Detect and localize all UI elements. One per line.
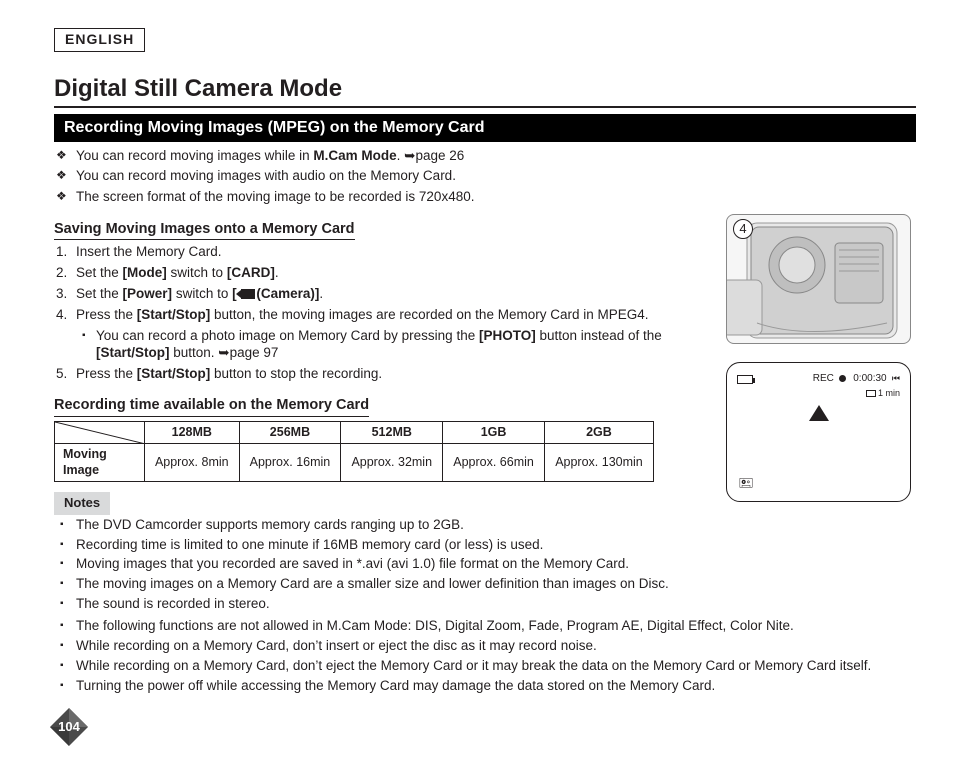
rec-dot-icon bbox=[839, 375, 846, 382]
table-cell: Approx. 130min bbox=[544, 444, 653, 482]
notes-list-narrow: The DVD Camcorder supports memory cards … bbox=[54, 515, 702, 613]
battery-icon bbox=[737, 375, 753, 384]
intro-item: You can record moving images with audio … bbox=[76, 168, 916, 185]
up-arrow-icon bbox=[809, 405, 829, 421]
remaining-time: 1 min bbox=[878, 388, 900, 398]
step-item: 3.Set the [Power] switch to [ (Camera)]. bbox=[76, 286, 702, 303]
note-item: The sound is recorded in stereo. bbox=[76, 596, 702, 613]
sd-card-icon bbox=[866, 390, 876, 397]
page-title: Digital Still Camera Mode bbox=[54, 74, 916, 108]
intro-item: The screen format of the moving image to… bbox=[76, 189, 916, 206]
mode-icon: 🖭 bbox=[739, 476, 753, 491]
note-item: Moving images that you recorded are save… bbox=[76, 556, 702, 573]
note-item: The DVD Camcorder supports memory cards … bbox=[76, 517, 702, 534]
note-item: While recording on a Memory Card, don’t … bbox=[76, 638, 916, 655]
recording-time-table: 128MB 256MB 512MB 1GB 2GB Moving Image A… bbox=[54, 421, 654, 483]
language-label: ENGLISH bbox=[54, 28, 145, 52]
intro-item: You can record moving images while in M.… bbox=[76, 148, 916, 165]
lcd-screen-illustration: REC 0:00:30 ⏮ 1 min 🖭 bbox=[726, 362, 911, 502]
table-cell: Approx. 66min bbox=[443, 444, 545, 482]
table-row-label: Moving Image bbox=[55, 444, 145, 482]
notes-label: Notes bbox=[54, 492, 110, 514]
elapsed-time: 0:00:30 bbox=[853, 373, 886, 384]
table-header: 128MB bbox=[145, 421, 240, 444]
note-item: While recording on a Memory Card, don’t … bbox=[76, 658, 916, 675]
table-heading: Recording time available on the Memory C… bbox=[54, 396, 369, 416]
page-number-badge: 104 bbox=[48, 706, 90, 748]
note-item: Recording time is limited to one minute … bbox=[76, 537, 702, 554]
step-item: 1.Insert the Memory Card. bbox=[76, 244, 702, 261]
camera-icon bbox=[241, 289, 255, 299]
step-item: 5.Press the [Start/Stop] button to stop … bbox=[76, 366, 702, 383]
table-header: 1GB bbox=[443, 421, 545, 444]
section-heading: Recording Moving Images (MPEG) on the Me… bbox=[54, 114, 916, 142]
table-header: 2GB bbox=[544, 421, 653, 444]
table-header: 512MB bbox=[341, 421, 443, 444]
notes-list-wide: The following functions are not allowed … bbox=[54, 616, 916, 695]
table-cell: Approx. 8min bbox=[145, 444, 240, 482]
note-item: The moving images on a Memory Card are a… bbox=[76, 576, 702, 593]
camera-illustration: 4 bbox=[726, 214, 911, 344]
note-item: The following functions are not allowed … bbox=[76, 618, 916, 635]
saving-heading: Saving Moving Images onto a Memory Card bbox=[54, 220, 355, 240]
intro-list: You can record moving images while in M.… bbox=[54, 142, 916, 207]
table-cell: Approx. 32min bbox=[341, 444, 443, 482]
note-item: Turning the power off while accessing th… bbox=[76, 678, 916, 695]
steps-list: 1.Insert the Memory Card. 2.Set the [Mod… bbox=[54, 240, 702, 382]
step-callout-number: 4 bbox=[733, 219, 753, 239]
table-cell: Approx. 16min bbox=[239, 444, 341, 482]
step-item: 4.Press the [Start/Stop] button, the mov… bbox=[76, 307, 702, 362]
step-sub-item: You can record a photo image on Memory C… bbox=[96, 328, 702, 362]
page-number: 104 bbox=[58, 719, 80, 735]
table-header: 256MB bbox=[239, 421, 341, 444]
rec-label: REC bbox=[813, 373, 834, 384]
step-item: 2.Set the [Mode] switch to [CARD]. bbox=[76, 265, 702, 282]
